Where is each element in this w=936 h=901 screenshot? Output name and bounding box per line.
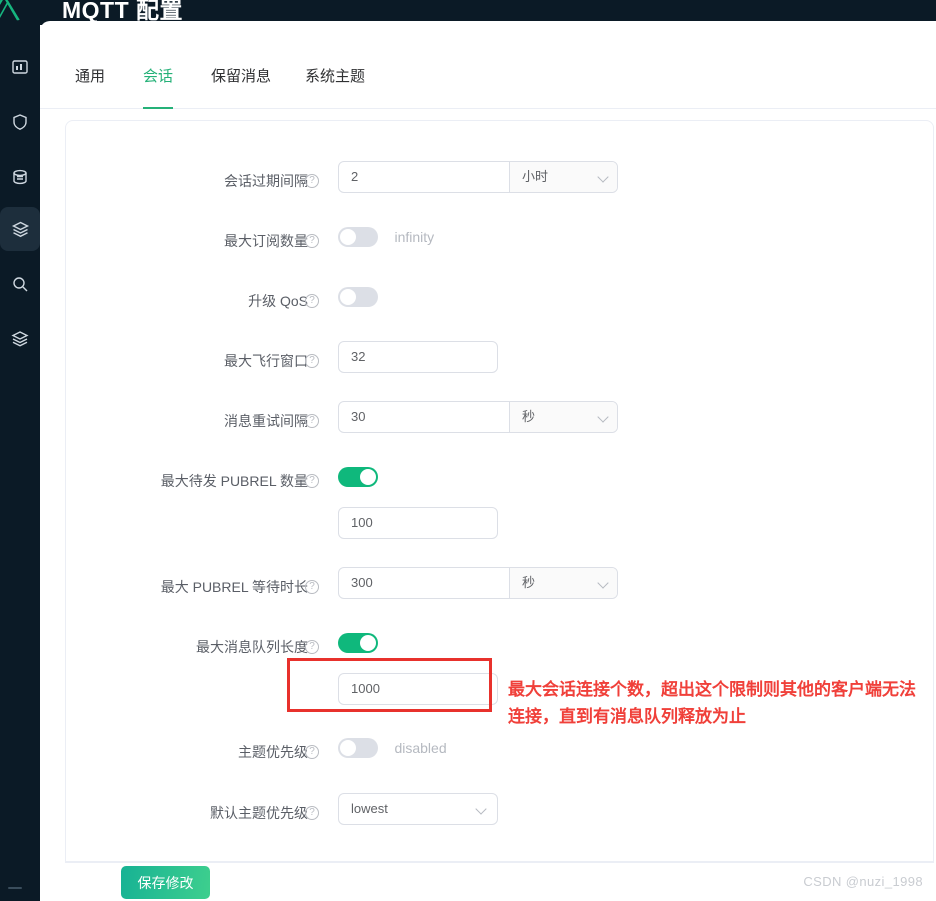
help-icon[interactable]: ?	[305, 745, 319, 759]
chevron-down-icon	[475, 803, 487, 815]
help-icon[interactable]: ?	[305, 474, 319, 488]
select-value: lowest	[351, 801, 388, 816]
field-control: 32	[338, 341, 498, 373]
help-icon[interactable]: ?	[305, 580, 319, 594]
field-control	[338, 281, 378, 307]
value-input[interactable]: 300	[339, 568, 509, 598]
unit-value: 秒	[522, 409, 536, 424]
field-control: 2 小时	[338, 161, 618, 193]
sidebar	[0, 0, 40, 901]
field-control: disabled	[338, 732, 447, 764]
help-icon[interactable]: ?	[305, 354, 319, 368]
value-input[interactable]: 30	[339, 402, 509, 432]
toggle-switch[interactable]	[338, 633, 378, 653]
content-panel: 通用 会话 保留消息 系统主题 会话过期间隔 ? 2 小时 最大订阅数量 ? i…	[40, 21, 936, 901]
field-control	[338, 627, 378, 653]
unit-value: 秒	[522, 575, 536, 590]
field-label: 会话过期间隔	[224, 173, 308, 189]
sidebar-item-configuration[interactable]	[0, 207, 40, 251]
sidebar-item-security[interactable]	[0, 100, 40, 144]
value-input[interactable]: 100	[338, 507, 498, 539]
field-label: 最大 PUBREL 等待时长	[160, 579, 308, 595]
field-label: 最大待发 PUBREL 数量	[160, 473, 308, 489]
save-button[interactable]: 保存修改	[121, 866, 210, 899]
field-label: 最大订阅数量	[224, 233, 308, 249]
unit-select[interactable]: 小时	[509, 162, 617, 192]
tab-bar: 通用 会话 保留消息 系统主题	[40, 47, 936, 109]
field-control: 300 秒	[338, 567, 618, 599]
sidebar-item-data-integration[interactable]	[0, 155, 40, 199]
input-with-unit[interactable]: 2 小时	[338, 161, 618, 193]
help-icon[interactable]: ?	[305, 234, 319, 248]
sidebar-item-dashboard[interactable]	[0, 45, 40, 89]
settings-form: 会话过期间隔 ? 2 小时 最大订阅数量 ? infinity 升级 QoS ?…	[65, 120, 934, 862]
watermark: CSDN @nuzi_1998	[803, 874, 923, 889]
brand-logo-icon	[0, 0, 32, 24]
field-label: 消息重试间隔	[224, 413, 308, 429]
footer-divider	[65, 862, 934, 863]
field-label: 主题优先级	[238, 744, 308, 760]
sidebar-item-diagnostics[interactable]	[0, 262, 40, 306]
tab-general[interactable]: 通用	[75, 65, 105, 108]
toggle-switch[interactable]	[338, 227, 378, 247]
help-icon[interactable]: ?	[305, 174, 319, 188]
toggle-state-label: infinity	[394, 229, 435, 245]
field-control	[338, 461, 378, 487]
field-secondary-control: 100	[338, 507, 498, 539]
input-with-unit[interactable]: 30 秒	[338, 401, 618, 433]
tab-system-topics[interactable]: 系统主题	[305, 65, 365, 108]
sidebar-item-extensions[interactable]	[0, 317, 40, 361]
input-with-unit[interactable]: 300 秒	[338, 567, 618, 599]
field-label: 升级 QoS	[248, 293, 308, 309]
value-input[interactable]: 32	[338, 341, 498, 373]
unit-select[interactable]: 秒	[509, 402, 617, 432]
field-label: 最大飞行窗口	[224, 353, 308, 369]
unit-select[interactable]: 秒	[509, 568, 617, 598]
help-icon[interactable]: ?	[305, 294, 319, 308]
priority-select[interactable]: lowest	[338, 793, 498, 825]
toggle-state-label: disabled	[394, 740, 447, 756]
annotation-highlight-box	[287, 658, 492, 712]
chevron-down-icon	[597, 577, 609, 589]
field-control: 30 秒	[338, 401, 618, 433]
chevron-down-icon	[597, 411, 609, 423]
help-icon[interactable]: ?	[305, 806, 319, 820]
annotation-text: 最大会话连接个数，超出这个限制则其他的客户端无法连接，直到有消息队列释放为止	[508, 680, 916, 726]
help-icon[interactable]: ?	[305, 414, 319, 428]
tab-session[interactable]: 会话	[143, 65, 174, 109]
toggle-switch[interactable]	[338, 738, 378, 758]
field-control: lowest	[338, 793, 498, 825]
field-control: infinity	[338, 221, 434, 253]
value-input[interactable]: 2	[339, 162, 509, 192]
chevron-down-icon	[597, 171, 609, 183]
help-icon[interactable]: ?	[305, 640, 319, 654]
field-label: 默认主题优先级	[210, 805, 308, 821]
field-label: 最大消息队列长度	[196, 639, 308, 655]
sidebar-collapse-indicator[interactable]	[8, 887, 22, 889]
toggle-switch[interactable]	[338, 467, 378, 487]
toggle-switch[interactable]	[338, 287, 378, 307]
unit-value: 小时	[522, 169, 549, 184]
tab-retained[interactable]: 保留消息	[211, 65, 271, 108]
